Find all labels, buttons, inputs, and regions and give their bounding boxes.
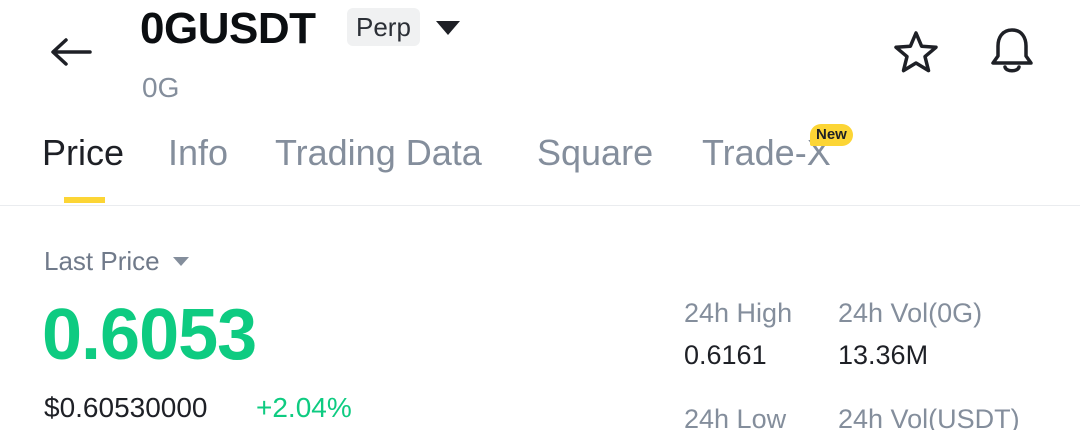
contract-type-badge[interactable]: Perp [347,8,420,46]
price-change-percent: +2.04% [256,392,352,423]
symbol-dropdown-button[interactable] [432,16,464,40]
vol-base-24h-label: 24h Vol(0G) [838,298,983,328]
alert-button[interactable] [985,24,1039,78]
futures-detail-page: 0GUSDT Perp 0G Price Info Trading Data S… [0,0,1080,430]
back-arrow-icon [51,38,92,66]
active-tab-indicator [64,197,105,203]
vol-base-24h-value: 13.36M [838,340,929,370]
last-price-value: 0.6053 [42,295,257,375]
tab-price[interactable]: Price [42,130,124,176]
tabs-divider [0,205,1080,206]
tab-trading-data[interactable]: Trading Data [275,130,482,176]
last-price-selector[interactable]: Last Price [44,246,190,277]
tab-square[interactable]: Square [537,130,653,176]
base-asset-label: 0G [142,72,180,103]
star-icon [894,31,938,73]
caret-down-icon [436,21,460,35]
vol-quote-24h-label: 24h Vol(USDT) [838,404,1020,430]
back-button[interactable] [44,26,96,78]
last-price-label: Last Price [44,246,160,276]
usd-price-value: $0.60530000 [44,392,208,423]
high-24h-label: 24h High [684,298,793,328]
new-badge: New [810,124,853,146]
low-24h-label: 24h Low [684,404,787,430]
caret-down-icon [172,257,189,266]
favorite-button[interactable] [890,26,942,78]
bell-icon [991,28,1033,73]
symbol-title[interactable]: 0GUSDT [140,4,316,54]
tab-info[interactable]: Info [168,130,228,176]
high-24h-value: 0.6161 [684,340,767,370]
